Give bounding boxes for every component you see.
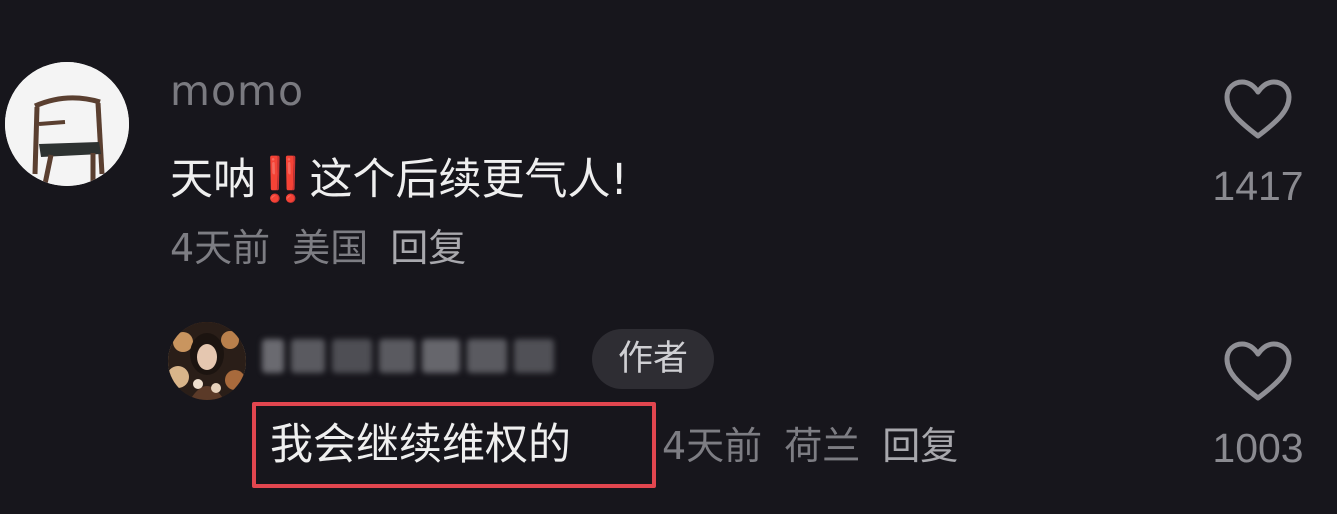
blurred-username[interactable] [262, 333, 572, 379]
like-group: 1003 [1198, 340, 1318, 472]
comment-text-start: 天呐 [170, 155, 256, 205]
comment-time: 4天前 [170, 226, 271, 270]
double-exclamation-icon: ‼️ [256, 155, 310, 205]
comment-text: 天呐‼️这个后续更气人! [170, 152, 628, 208]
comment-meta: 4天前 美国 回复 [170, 222, 466, 274]
avatar[interactable] [5, 62, 129, 186]
like-count: 1003 [1212, 425, 1304, 471]
like-count: 1417 [1212, 163, 1304, 209]
reply-comment-text: 我会继续维权的 [252, 402, 656, 488]
comment-location: 荷兰 [784, 424, 861, 468]
woman-avatar-icon [168, 322, 246, 400]
heart-icon[interactable] [1223, 78, 1293, 140]
reply-button[interactable]: 回复 [882, 424, 958, 468]
avatar[interactable] [168, 322, 246, 400]
like-group: 1417 [1198, 78, 1318, 210]
comment-time: 4天前 [662, 424, 763, 468]
chair-icon [5, 62, 129, 186]
reply-button[interactable]: 回复 [390, 226, 466, 270]
heart-icon[interactable] [1223, 340, 1293, 402]
comment-username[interactable]: momo [170, 66, 304, 116]
comment-location: 美国 [292, 226, 369, 270]
author-badge: 作者 [592, 329, 714, 389]
reply-comment-meta: 4天前 荷兰 回复 [662, 420, 958, 472]
comment-text-end: 这个后续更气人! [309, 155, 628, 205]
